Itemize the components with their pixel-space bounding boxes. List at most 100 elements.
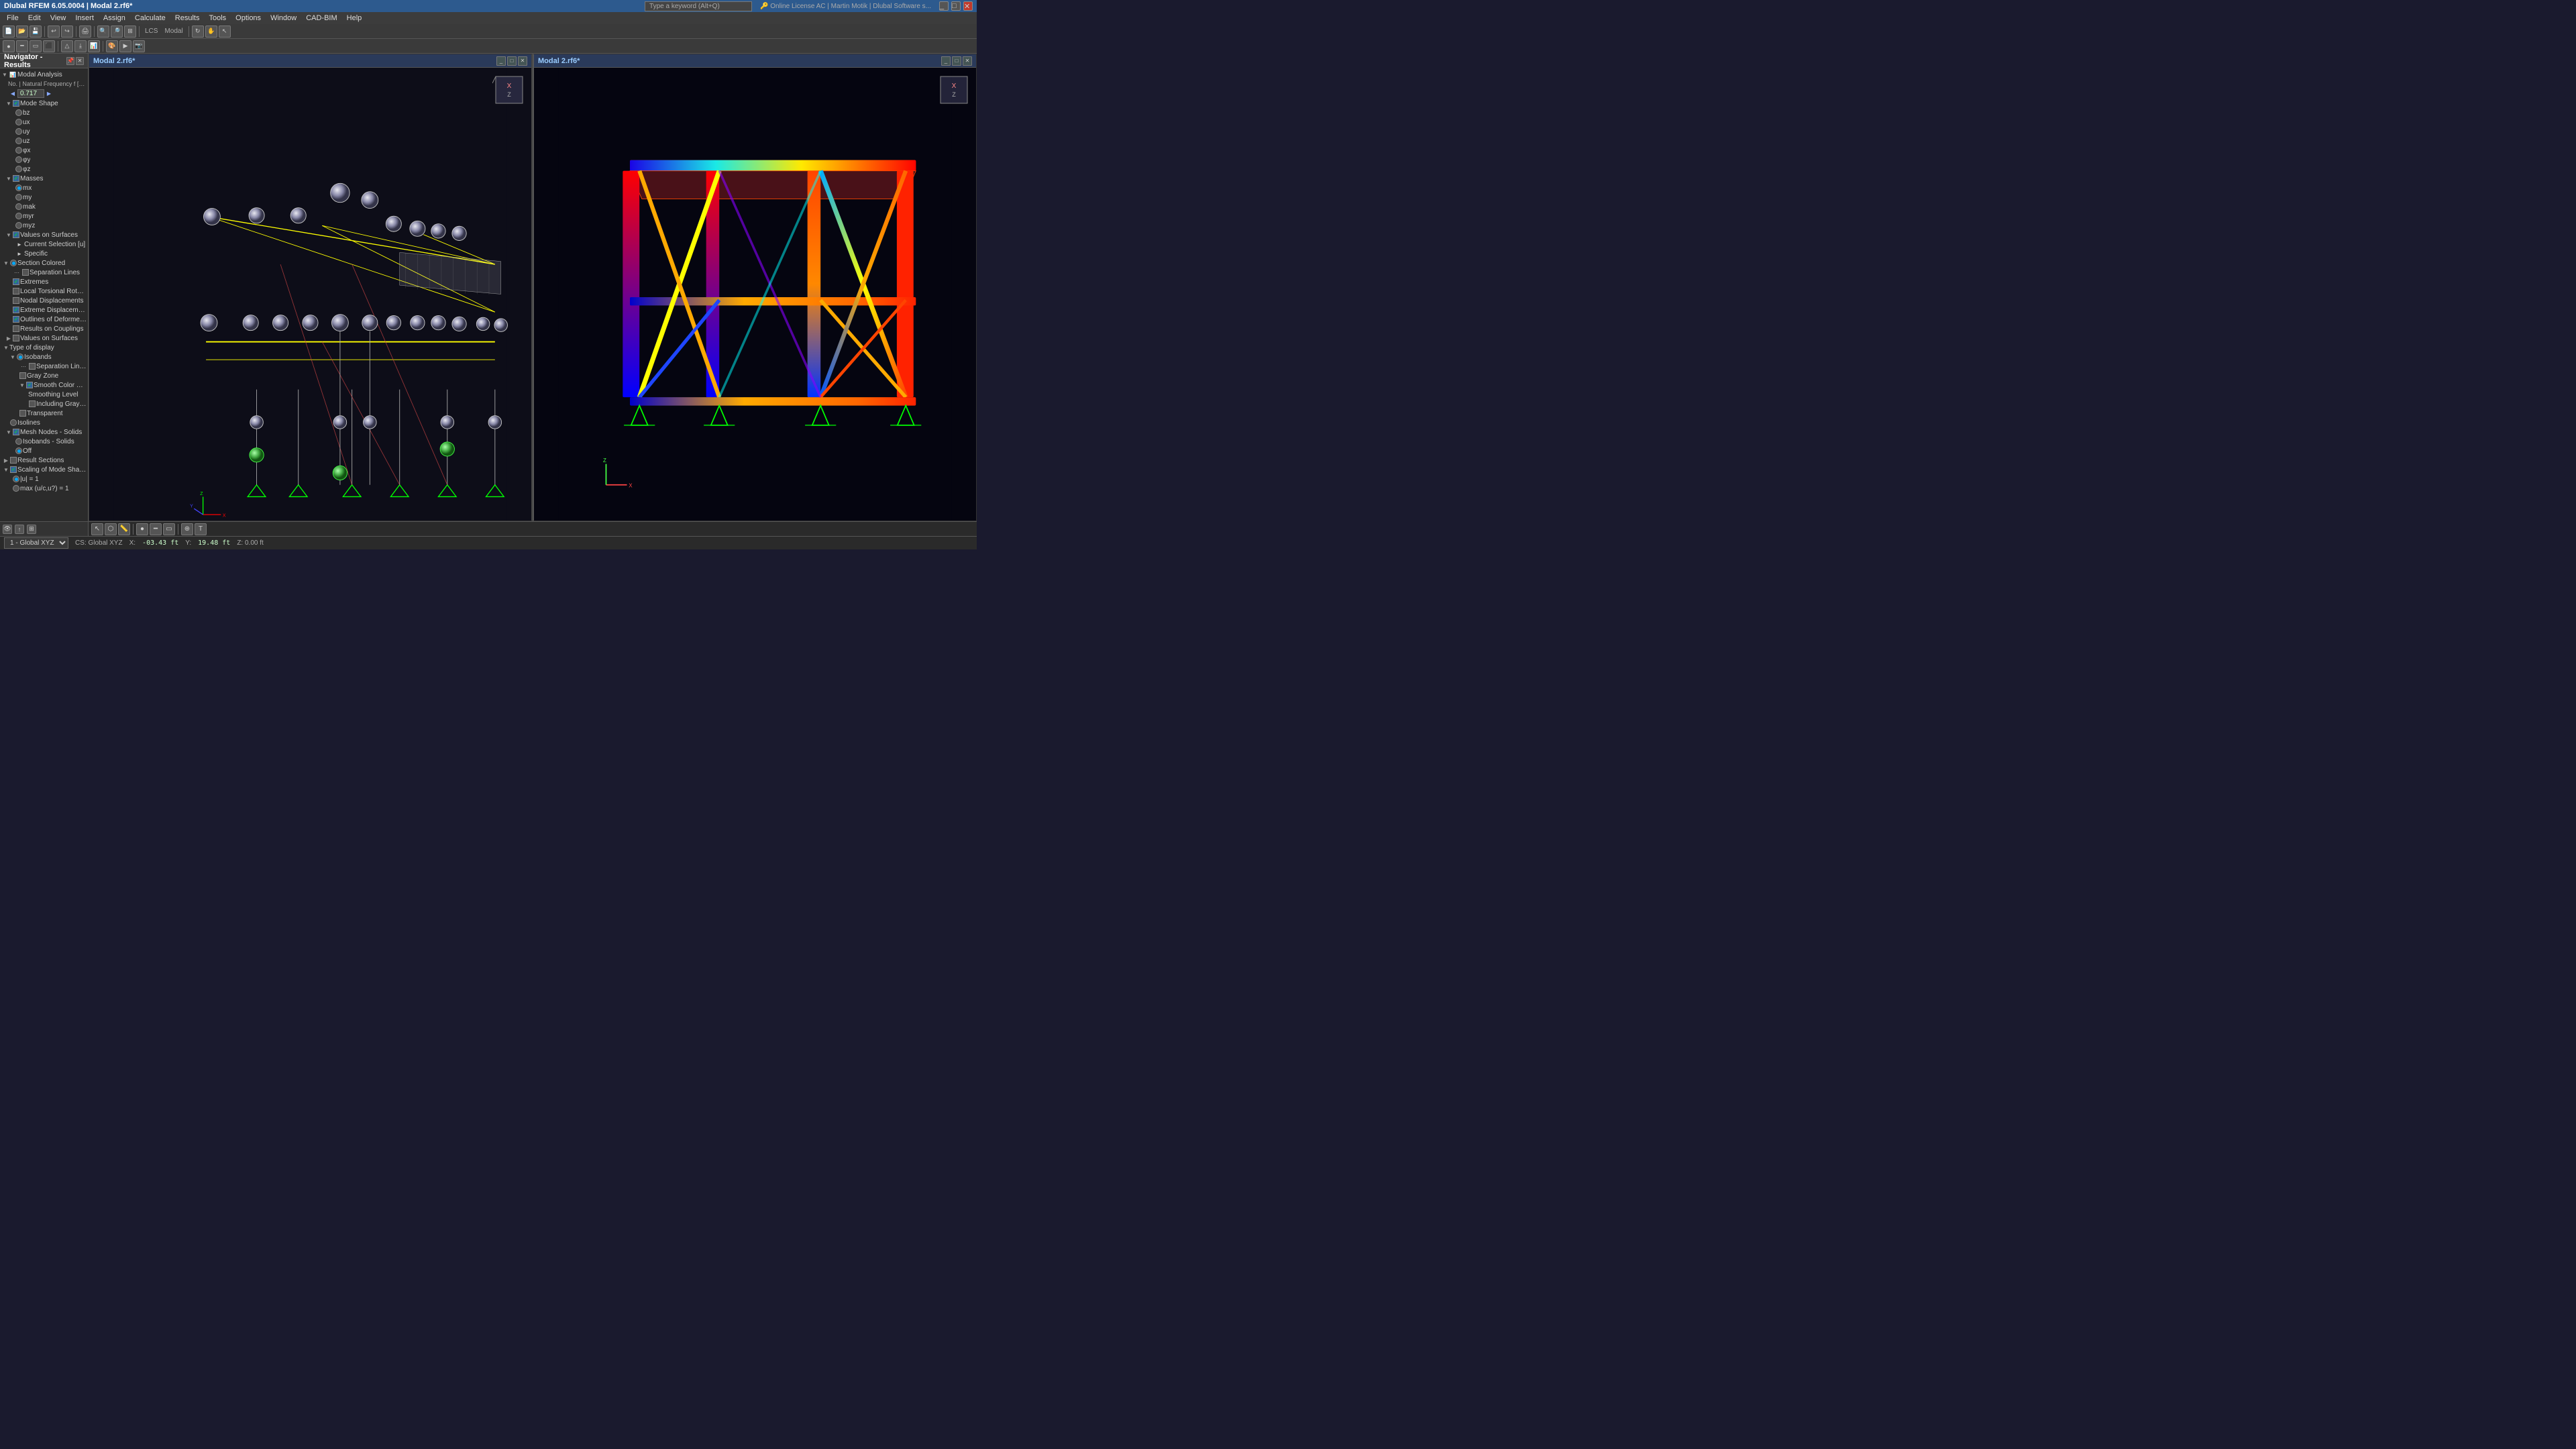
menu-edit[interactable]: Edit <box>24 12 45 24</box>
tree-modal-analysis[interactable]: ▼ 📊 Modal Analysis <box>0 70 88 79</box>
bottom-tb-measure[interactable]: 📏 <box>118 523 130 535</box>
radio-isolines[interactable] <box>10 419 17 426</box>
gray-zone[interactable]: Gray Zone <box>0 371 88 380</box>
mode-bz[interactable]: bz <box>0 108 88 117</box>
expand-result-sections[interactable]: ▶ <box>3 457 9 464</box>
result-sections-checkbox[interactable] <box>10 457 17 464</box>
outlines-checkbox[interactable]: ✓ <box>13 316 19 323</box>
sep-lines-section[interactable]: ⋯ Separation Lines <box>0 268 88 277</box>
tb2-support[interactable]: △ <box>61 40 73 52</box>
extreme-disp-checkbox[interactable]: ✓ <box>13 307 19 313</box>
left-canvas[interactable]: X Z Y <box>89 68 531 521</box>
menu-options[interactable]: Options <box>231 12 265 24</box>
right-view-minimize[interactable]: _ <box>941 56 951 66</box>
right-view-panel[interactable]: Modal 2.rf6* _ □ ✕ <box>533 54 977 521</box>
nav-cube-left[interactable]: X Z <box>492 73 526 107</box>
bottom-tb-surface[interactable]: ▭ <box>163 523 175 535</box>
mesh-nodes-solids[interactable]: ▼ ✓ Mesh Nodes - Solids <box>0 427 88 437</box>
nodal-displacements[interactable]: Nodal Displacements <box>0 296 88 305</box>
mode-shape-checkbox[interactable]: ✓ <box>13 100 19 107</box>
expand-mesh-nodes[interactable]: ▼ <box>5 429 12 435</box>
menu-results[interactable]: Results <box>171 12 204 24</box>
tb-fit-all[interactable]: ⊞ <box>124 25 136 38</box>
tb-print[interactable]: 🖨 <box>79 25 91 38</box>
scaling-checkbox[interactable]: ✓ <box>10 466 17 473</box>
cs-dropdown[interactable]: 1 - Global XYZ <box>4 537 68 549</box>
including-gray-zone[interactable]: Including Gray Zo... <box>0 399 88 409</box>
transparent-item[interactable]: Transparent <box>0 409 88 418</box>
menu-window[interactable]: Window <box>266 12 301 24</box>
specific-item[interactable]: ► Specific <box>0 249 88 258</box>
radio-phiz[interactable] <box>15 166 22 172</box>
mode-uy[interactable]: uy <box>0 127 88 136</box>
menu-help[interactable]: Help <box>343 12 366 24</box>
radio-section-colored[interactable] <box>10 260 17 266</box>
tb2-result[interactable]: 📊 <box>88 40 100 52</box>
radio-phiy[interactable] <box>15 156 22 163</box>
values-surfaces-2[interactable]: ▶ Values on Surfaces <box>0 333 88 343</box>
menu-assign[interactable]: Assign <box>99 12 129 24</box>
bottom-tb-select[interactable]: ↖ <box>91 523 103 535</box>
right-canvas[interactable]: X Z X Z <box>534 68 976 521</box>
menu-cadbim[interactable]: CAD-BIM <box>302 12 341 24</box>
radio-phix[interactable] <box>15 147 22 154</box>
mass-mak[interactable]: mak <box>0 202 88 211</box>
expand-values-surfaces[interactable]: ▼ <box>5 231 12 238</box>
smooth-color[interactable]: ▼ ✓ Smooth Color Transi... <box>0 380 88 390</box>
extreme-displacement[interactable]: ✓ Extreme Displacement <box>0 305 88 315</box>
radio-bz[interactable] <box>15 109 22 116</box>
freq-nav-next[interactable]: ▶ <box>45 90 53 98</box>
extremes-checkbox[interactable]: ✓ <box>13 278 19 285</box>
left-view-maximize[interactable]: □ <box>507 56 517 66</box>
menu-view[interactable]: View <box>46 12 70 24</box>
tb2-animate[interactable]: ▶ <box>119 40 131 52</box>
isobands-solids[interactable]: Isobands - Solids <box>0 437 88 446</box>
radio-isobands-solids[interactable] <box>15 438 22 445</box>
expand-smooth[interactable]: ▼ <box>19 382 25 388</box>
menu-calculate[interactable]: Calculate <box>131 12 170 24</box>
smoothing-level[interactable]: Smoothing Level <box>0 390 88 399</box>
section-colored[interactable]: ▼ Section Colored <box>0 258 88 268</box>
results-couplings[interactable]: Results on Couplings <box>0 324 88 333</box>
mesh-nodes-checkbox[interactable]: ✓ <box>13 429 19 435</box>
type-of-display[interactable]: ▼ Type of display <box>0 343 88 352</box>
sep-lines-ib-checkbox[interactable] <box>29 363 36 370</box>
nav-cube-right[interactable]: X Z <box>937 73 971 107</box>
current-selection[interactable]: ► Current Selection [u] <box>0 239 88 249</box>
tb-pan[interactable]: ✋ <box>205 25 217 38</box>
mass-myr[interactable]: myr <box>0 211 88 221</box>
extremes-item[interactable]: ✓ Extremes <box>0 277 88 286</box>
mass-myz[interactable]: myz <box>0 221 88 230</box>
radio-mx[interactable] <box>15 184 22 191</box>
tb2-load[interactable]: ⤓ <box>74 40 87 52</box>
left-view-buttons[interactable]: _ □ ✕ <box>496 56 527 66</box>
gray-zone-checkbox[interactable] <box>19 372 26 379</box>
radio-myr[interactable] <box>15 213 22 219</box>
expand-scaling[interactable]: ▼ <box>3 466 9 473</box>
tb-open[interactable]: 📂 <box>16 25 28 38</box>
right-view-maximize[interactable]: □ <box>952 56 961 66</box>
left-view-panel[interactable]: Modal 2.rf6* _ □ ✕ <box>89 54 533 521</box>
mode-uz[interactable]: uz <box>0 136 88 146</box>
bottom-tb-annotation[interactable]: T <box>195 523 207 535</box>
right-view-close[interactable]: ✕ <box>963 56 972 66</box>
tb-rotate[interactable]: ↻ <box>192 25 204 38</box>
sep-lines-checkbox[interactable] <box>22 269 29 276</box>
local-torsional[interactable]: Local Torsional Rotatio... <box>0 286 88 296</box>
frequency-value-row[interactable]: ◀ 0.717 ▶ <box>0 89 88 99</box>
bottom-tb-snap[interactable]: ⊕ <box>181 523 193 535</box>
radio-ux[interactable] <box>15 119 22 125</box>
mode-shape-group[interactable]: ▼ ✓ Mode Shape <box>0 99 88 108</box>
tb-undo[interactable]: ↩ <box>48 25 60 38</box>
tb2-screenshot[interactable]: 📷 <box>133 40 145 52</box>
expand-modal-analysis[interactable]: ▼ <box>1 71 8 78</box>
smooth-checkbox[interactable]: ✓ <box>26 382 33 388</box>
nav-arrow-btn[interactable]: ↑ <box>15 525 24 534</box>
minimize-button[interactable]: _ <box>939 1 949 11</box>
expand-mode-shape[interactable]: ▼ <box>5 100 12 107</box>
masses-checkbox[interactable]: ✓ <box>13 175 19 182</box>
frequency-selector-row[interactable]: No. | Natural Frequency f [Hz] <box>0 79 88 89</box>
scaling-mode-shapes[interactable]: ▼ ✓ Scaling of Mode Shapes <box>0 465 88 474</box>
outlines-deformed[interactable]: ✓ Outlines of Deformed Surf... <box>0 315 88 324</box>
maximize-button[interactable]: □ <box>951 1 961 11</box>
